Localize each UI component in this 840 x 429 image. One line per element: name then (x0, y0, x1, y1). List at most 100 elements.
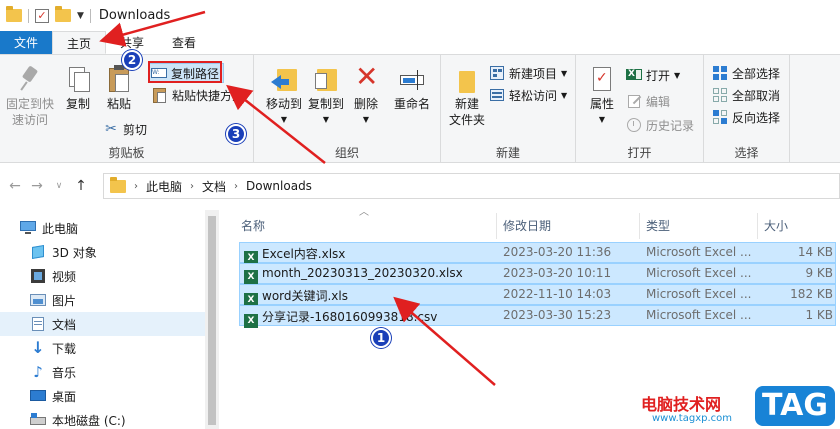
properties-button[interactable]: ✓ 属性 ▼ (576, 61, 628, 128)
open-group: ✓ 属性 ▼ X 打开 ▼ 编辑 历史记录 打开 (576, 55, 704, 163)
organize-group-label: 组织 (334, 146, 359, 160)
copy-to-button[interactable]: 复制到 ▼ (300, 61, 352, 128)
step-badge-2: 2 (122, 50, 142, 70)
step-badge-3: 3 (226, 124, 246, 144)
easy-access-icon (489, 87, 505, 103)
chevron-right-icon: › (234, 180, 239, 192)
nav-item-label: 桌面 (52, 389, 77, 404)
paste-shortcut-button[interactable]: 粘贴快捷方式 (152, 85, 244, 105)
nav-item-documents[interactable]: 文档 (0, 312, 205, 336)
step-badge-1: 1 (371, 328, 391, 348)
delete-icon: ✕ (355, 60, 379, 93)
rename-button[interactable]: 重命名 (386, 61, 438, 112)
nav-item-label: 此电脑 (42, 221, 79, 236)
paste-shortcut-label: 粘贴快捷方式 (172, 88, 245, 103)
nav-item-downloads[interactable]: ↓ 下载 (0, 336, 205, 360)
nav-item-3d-objects[interactable]: 3D 对象 (0, 240, 205, 264)
tab-home[interactable]: 主页 (52, 31, 107, 54)
column-header-date[interactable]: 修改日期 (497, 213, 640, 239)
back-arrow-icon[interactable]: ← (4, 178, 26, 194)
delete-dropdown-icon: ▼ (362, 115, 370, 124)
file-row[interactable]: Xmonth_20230313_20230320.xlsx 2023-03-20… (239, 263, 836, 284)
watermark-logo: TAG (755, 386, 835, 426)
file-date: 2023-03-20 10:11 (503, 266, 612, 280)
nav-item-pictures[interactable]: 图片 (0, 288, 205, 312)
new-folder-icon[interactable] (55, 6, 71, 22)
computer-icon (20, 221, 36, 235)
new-group: 新建 文件夹 新建项目 ▼ 轻松访问 ▼ 新建 (441, 55, 576, 163)
history-button[interactable]: 历史记录 (626, 115, 694, 135)
watermark-url: www.tagxp.com (652, 413, 732, 424)
file-row[interactable]: X 分享记录-1680160993818.csv 2023-03-30 15:23… (239, 305, 836, 328)
navigation-row: ← → ∨ ↑ › 此电脑 › 文档 › Downloads (0, 171, 840, 201)
folder-icon (6, 6, 22, 22)
pin-label-2: 速访问 (11, 113, 48, 127)
pin-quick-access-button[interactable]: 固定到快 速访问 (2, 61, 58, 128)
file-size: 1 KB (805, 308, 833, 322)
select-all-button[interactable]: 全部选择 (712, 63, 780, 83)
nav-item-label: 视频 (52, 269, 77, 284)
column-header-name[interactable]: 名称 (235, 213, 497, 239)
cut-button[interactable]: ✂ 剪切 (103, 119, 147, 139)
breadcrumb-downloads[interactable]: Downloads (246, 179, 312, 193)
file-size: 182 KB (790, 287, 833, 301)
column-header-size[interactable]: 大小 (758, 213, 840, 239)
chevron-right-icon: › (190, 180, 195, 192)
address-bar[interactable]: › 此电脑 › 文档 › Downloads (103, 173, 840, 199)
new-item-dropdown-icon: ▼ (561, 68, 568, 78)
easy-access-label: 轻松访问 (509, 88, 558, 103)
delete-label: 删除 (353, 97, 378, 111)
file-row[interactable]: Xword关键词.xls 2022-11-10 14:03 Microsoft … (239, 284, 836, 307)
scrollbar-thumb[interactable] (208, 216, 216, 425)
clipboard-group-label: 剪贴板 (108, 146, 145, 160)
easy-access-dropdown-icon: ▼ (561, 90, 568, 100)
file-size: 9 KB (805, 266, 833, 280)
invert-selection-label: 反向选择 (732, 110, 781, 125)
recent-dropdown-icon[interactable]: ∨ (48, 181, 70, 191)
forward-arrow-icon[interactable]: → (26, 178, 48, 194)
video-icon (30, 269, 46, 283)
file-name: word关键词.xls (262, 289, 348, 303)
easy-access-button[interactable]: 轻松访问 ▼ (489, 85, 567, 105)
file-date: 2023-03-20 11:36 (503, 245, 612, 259)
nav-item-music[interactable]: ♪ 音乐 (0, 360, 205, 384)
delete-button[interactable]: ✕ 删除 ▼ (346, 61, 386, 128)
paste-button[interactable]: 粘贴 (93, 61, 145, 112)
paste-label: 粘贴 (106, 97, 131, 111)
cut-label: 剪切 (123, 122, 148, 137)
tab-view[interactable]: 查看 (158, 31, 210, 54)
breadcrumb-documents[interactable]: 文档 (202, 178, 226, 195)
nav-item-desktop[interactable]: 桌面 (0, 384, 205, 408)
properties-check-icon[interactable]: ✓ (35, 8, 49, 23)
file-type: Microsoft Excel ... (646, 287, 752, 301)
open-group-label: 打开 (627, 146, 652, 160)
rename-icon (399, 65, 425, 93)
tab-file[interactable]: 文件 (0, 31, 52, 54)
nav-item-local-disk-c[interactable]: 本地磁盘 (C:) (0, 408, 205, 429)
nav-pane-scrollbar[interactable] (205, 210, 219, 429)
column-header-type[interactable]: 类型 (640, 213, 758, 239)
nav-item-this-pc[interactable]: 此电脑 (0, 216, 205, 240)
excel-file-icon: X (244, 270, 258, 284)
pin-label-1: 固定到快 (5, 97, 54, 111)
invert-selection-icon (712, 109, 728, 125)
open-button[interactable]: X 打开 ▼ (626, 65, 680, 85)
breadcrumb-this-pc[interactable]: 此电脑 (146, 178, 182, 195)
edit-icon (626, 93, 642, 109)
file-name-cell: Xword关键词.xls (244, 287, 348, 307)
new-item-label: 新建项目 (509, 66, 558, 81)
new-item-button[interactable]: 新建项目 ▼ (489, 63, 567, 83)
select-none-button[interactable]: 全部取消 (712, 85, 780, 105)
invert-selection-button[interactable]: 反向选择 (712, 107, 780, 127)
new-folder-button[interactable]: 新建 文件夹 (441, 61, 493, 128)
paste-shortcut-icon (152, 87, 168, 103)
file-row[interactable]: X Excel内容.xlsx 2023-03-20 11:36 Microsoft… (239, 242, 836, 265)
open-dropdown-icon: ▼ (674, 70, 681, 80)
new-folder-label-2: 文件夹 (448, 113, 485, 127)
copy-to-icon (313, 65, 339, 93)
file-name-cell: X 分享记录-1680160993818.csv (244, 308, 437, 328)
up-arrow-icon[interactable]: ↑ (70, 178, 92, 194)
nav-item-videos[interactable]: 视频 (0, 264, 205, 288)
customize-dropdown-icon[interactable]: ▼ (77, 11, 84, 21)
edit-button[interactable]: 编辑 (626, 91, 670, 111)
